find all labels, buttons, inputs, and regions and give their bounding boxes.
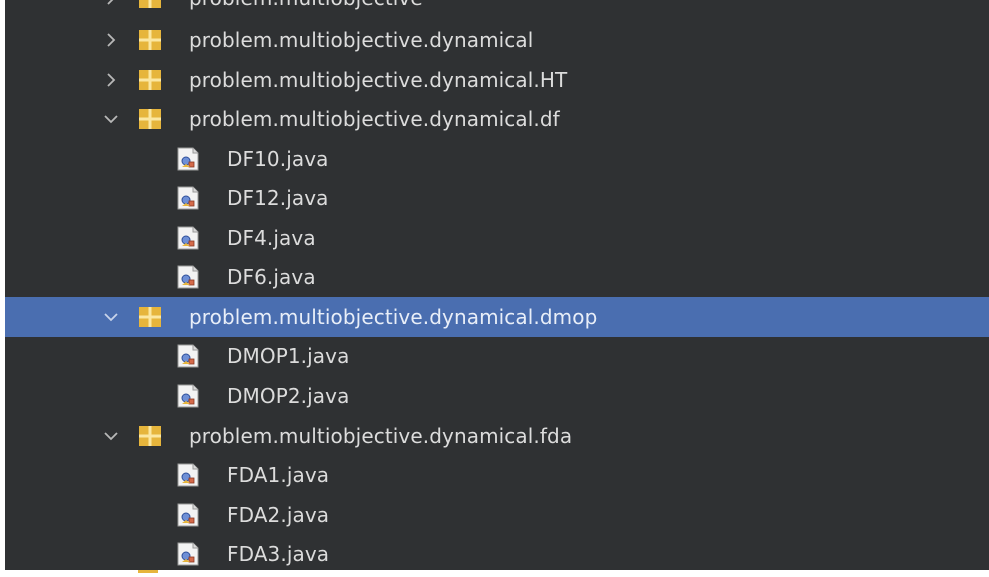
tree-item-label: DMOP1.java [227, 344, 350, 368]
chevron-down-icon[interactable] [101, 109, 121, 129]
tree-item-partial-package[interactable]: problem.multiobjective [5, 0, 989, 18]
tree-item-label: FDA2.java [227, 503, 330, 527]
java-file-icon [177, 147, 199, 171]
java-file-icon [177, 265, 199, 289]
java-file-icon [177, 186, 199, 210]
tree-item-package-dynamical-df[interactable]: problem.multiobjective.dynamical.df [5, 99, 989, 139]
chevron-down-icon[interactable] [101, 307, 121, 327]
chevron-down-icon[interactable] [101, 426, 121, 446]
tree-item-file-fda2[interactable]: FDA2.java [5, 495, 989, 535]
tree-item-label: problem.multiobjective.dynamical.df [189, 107, 560, 131]
java-file-icon [177, 503, 199, 527]
package-icon [138, 570, 158, 573]
java-file-icon [177, 226, 199, 250]
tree-item-label: DF12.java [227, 186, 329, 210]
tree-item-file-df4[interactable]: DF4.java [5, 218, 989, 258]
tree-item-label: problem.multiobjective [189, 0, 423, 10]
tree-item-file-df10[interactable]: DF10.java [5, 139, 989, 179]
tree-item-file-dmop2[interactable]: DMOP2.java [5, 376, 989, 416]
tree-item-package-dynamical-ht[interactable]: problem.multiobjective.dynamical.HT [5, 60, 989, 100]
tree-item-package-dynamical-fda[interactable]: problem.multiobjective.dynamical.fda [5, 416, 989, 456]
java-file-icon [177, 384, 199, 408]
tree-item-label: problem.multiobjective.dynamical.fda [189, 424, 573, 448]
package-icon [139, 307, 161, 327]
package-icon [139, 109, 161, 129]
tree-item-file-dmop1[interactable]: DMOP1.java [5, 336, 989, 376]
tree-item-label: FDA1.java [227, 463, 330, 487]
package-icon [139, 30, 161, 50]
package-icon [139, 426, 161, 446]
tree-item-file-df6[interactable]: DF6.java [5, 257, 989, 297]
package-icon [139, 0, 161, 8]
tree-item-package-dynamical-dmop[interactable]: problem.multiobjective.dynamical.dmop [5, 297, 989, 337]
tree-item-label: FDA3.java [227, 542, 330, 566]
tree-item-label: problem.multiobjective.dynamical.dmop [189, 305, 598, 329]
tree-item-label: problem.multiobjective.dynamical [189, 28, 534, 52]
tree-item-package-dynamical[interactable]: problem.multiobjective.dynamical [5, 20, 989, 60]
chevron-right-icon[interactable] [101, 0, 121, 8]
java-file-icon [177, 463, 199, 487]
tree-item-label: DMOP2.java [227, 384, 350, 408]
java-file-icon [177, 542, 199, 566]
tree-item-file-fda3[interactable]: FDA3.java [5, 534, 989, 570]
chevron-right-icon[interactable] [101, 30, 121, 50]
tree-item-label: DF6.java [227, 265, 316, 289]
tree-item-label: DF4.java [227, 226, 316, 250]
chevron-right-icon[interactable] [101, 70, 121, 90]
tree-item-label: DF10.java [227, 147, 329, 171]
next-package-icon-edge [138, 570, 158, 577]
package-icon [139, 70, 161, 90]
tree-item-file-df12[interactable]: DF12.java [5, 178, 989, 218]
java-file-icon [177, 344, 199, 368]
package-explorer-tree: problem.multiobjective problem.multiobje… [5, 0, 989, 570]
tree-item-label: problem.multiobjective.dynamical.HT [189, 68, 568, 92]
tree-item-file-fda1[interactable]: FDA1.java [5, 455, 989, 495]
